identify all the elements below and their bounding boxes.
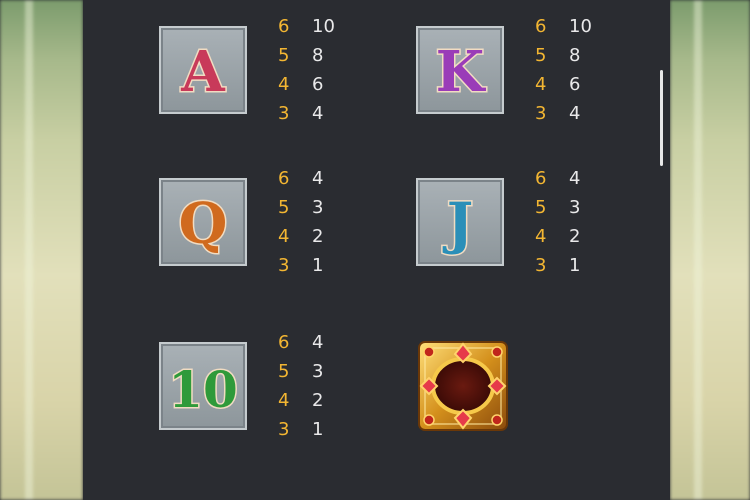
pay-count: 4 xyxy=(535,226,547,247)
pay-count: 6 xyxy=(278,168,290,189)
pay-value: 4 xyxy=(312,103,324,124)
scrollbar[interactable] xyxy=(660,70,663,166)
pay-count: 5 xyxy=(535,45,547,66)
letter-k-tile-icon: K xyxy=(416,26,504,114)
pay-value: 1 xyxy=(569,255,581,276)
pay-value: 4 xyxy=(569,168,581,189)
pay-count: 5 xyxy=(278,361,290,382)
pay-value: 2 xyxy=(312,390,324,411)
pay-count: 4 xyxy=(278,390,290,411)
pay-count: 5 xyxy=(535,197,547,218)
pay-count: 4 xyxy=(278,74,290,95)
pay-value: 1 xyxy=(312,419,324,440)
pay-count: 6 xyxy=(278,16,290,37)
pay-value: 4 xyxy=(312,332,324,353)
symbol-card-q: Q 6 4 5 3 4 2 3 1 xyxy=(159,168,352,277)
letter-q-tile-icon: Q xyxy=(159,178,247,266)
symbol-letter: A xyxy=(180,39,226,105)
pay-value: 4 xyxy=(312,168,324,189)
symbol-card-k: K 6 10 5 8 4 6 3 4 xyxy=(416,16,609,125)
pay-count: 4 xyxy=(535,74,547,95)
letter-a-tile-icon: A xyxy=(159,26,247,114)
letter-j-tile-icon: J xyxy=(416,178,504,266)
golden-jeweled-frame-icon xyxy=(417,340,509,432)
pay-count: 3 xyxy=(278,419,290,440)
pay-value: 4 xyxy=(569,103,581,124)
symbol-letter: K xyxy=(436,39,487,105)
pay-value: 6 xyxy=(569,74,581,95)
pay-count: 6 xyxy=(278,332,290,353)
pay-value: 10 xyxy=(312,16,335,37)
pay-value: 2 xyxy=(569,226,581,247)
pay-count: 6 xyxy=(535,168,547,189)
symbol-card-a: A 6 10 5 8 4 6 3 4 xyxy=(159,16,352,125)
pay-value: 10 xyxy=(569,16,592,37)
paytable-k: 6 10 5 8 4 6 3 4 xyxy=(535,16,609,125)
paytable-q: 6 4 5 3 4 2 3 1 xyxy=(278,168,352,277)
paytable-a: 6 10 5 8 4 6 3 4 xyxy=(278,16,352,125)
pay-value: 3 xyxy=(312,361,324,382)
pay-value: 1 xyxy=(312,255,324,276)
pay-value: 8 xyxy=(312,45,324,66)
paytable-10: 6 4 5 3 4 2 3 1 xyxy=(278,332,352,441)
pay-count: 6 xyxy=(535,16,547,37)
symbol-letter: 10 xyxy=(168,360,238,419)
symbol-card-10: 10 6 4 5 3 4 2 3 1 xyxy=(159,332,352,441)
pay-value: 8 xyxy=(569,45,581,66)
pay-count: 4 xyxy=(278,226,290,247)
pay-count: 5 xyxy=(278,197,290,218)
pay-value: 3 xyxy=(569,197,581,218)
symbol-card-j: J 6 4 5 3 4 2 3 1 xyxy=(416,168,609,277)
pay-count: 3 xyxy=(535,103,547,124)
symbol-letter: Q xyxy=(179,191,228,257)
background-scenery-right xyxy=(670,0,750,500)
pay-value: 3 xyxy=(312,197,324,218)
pay-count: 3 xyxy=(278,255,290,276)
paytable-j: 6 4 5 3 4 2 3 1 xyxy=(535,168,609,277)
background-scenery-left xyxy=(0,0,83,500)
symbol-letter: J xyxy=(442,191,474,257)
pay-value: 2 xyxy=(312,226,324,247)
pay-count: 5 xyxy=(278,45,290,66)
number-10-tile-icon: 10 xyxy=(159,342,247,430)
pay-value: 6 xyxy=(312,74,324,95)
pay-count: 3 xyxy=(535,255,547,276)
pay-count: 3 xyxy=(278,103,290,124)
